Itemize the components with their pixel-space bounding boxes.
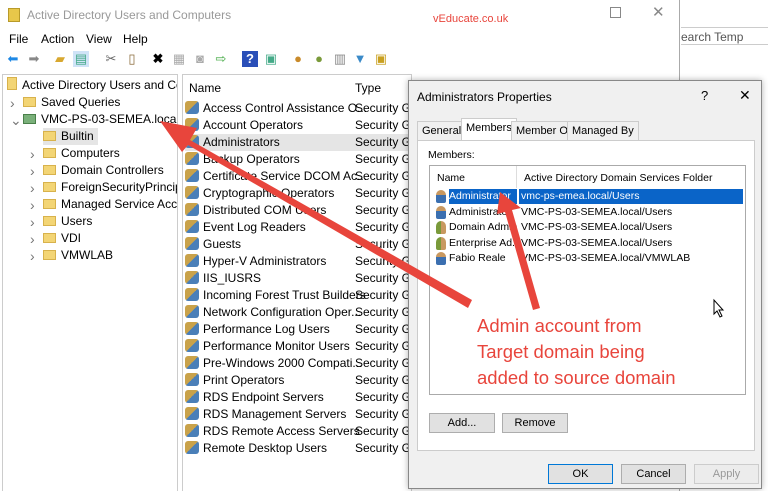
annotation-line: added to source domain: [477, 367, 676, 388]
mouse-cursor-icon: [713, 298, 725, 318]
annotation-line: Admin account from: [477, 315, 642, 336]
annotation-text: Admin account from Target domain being a…: [477, 313, 676, 391]
annotation-line: Target domain being: [477, 341, 645, 362]
arrow-to-administrator: [497, 192, 540, 310]
arrow-to-administrators: [160, 121, 472, 308]
annotation-arrows: [160, 121, 725, 318]
